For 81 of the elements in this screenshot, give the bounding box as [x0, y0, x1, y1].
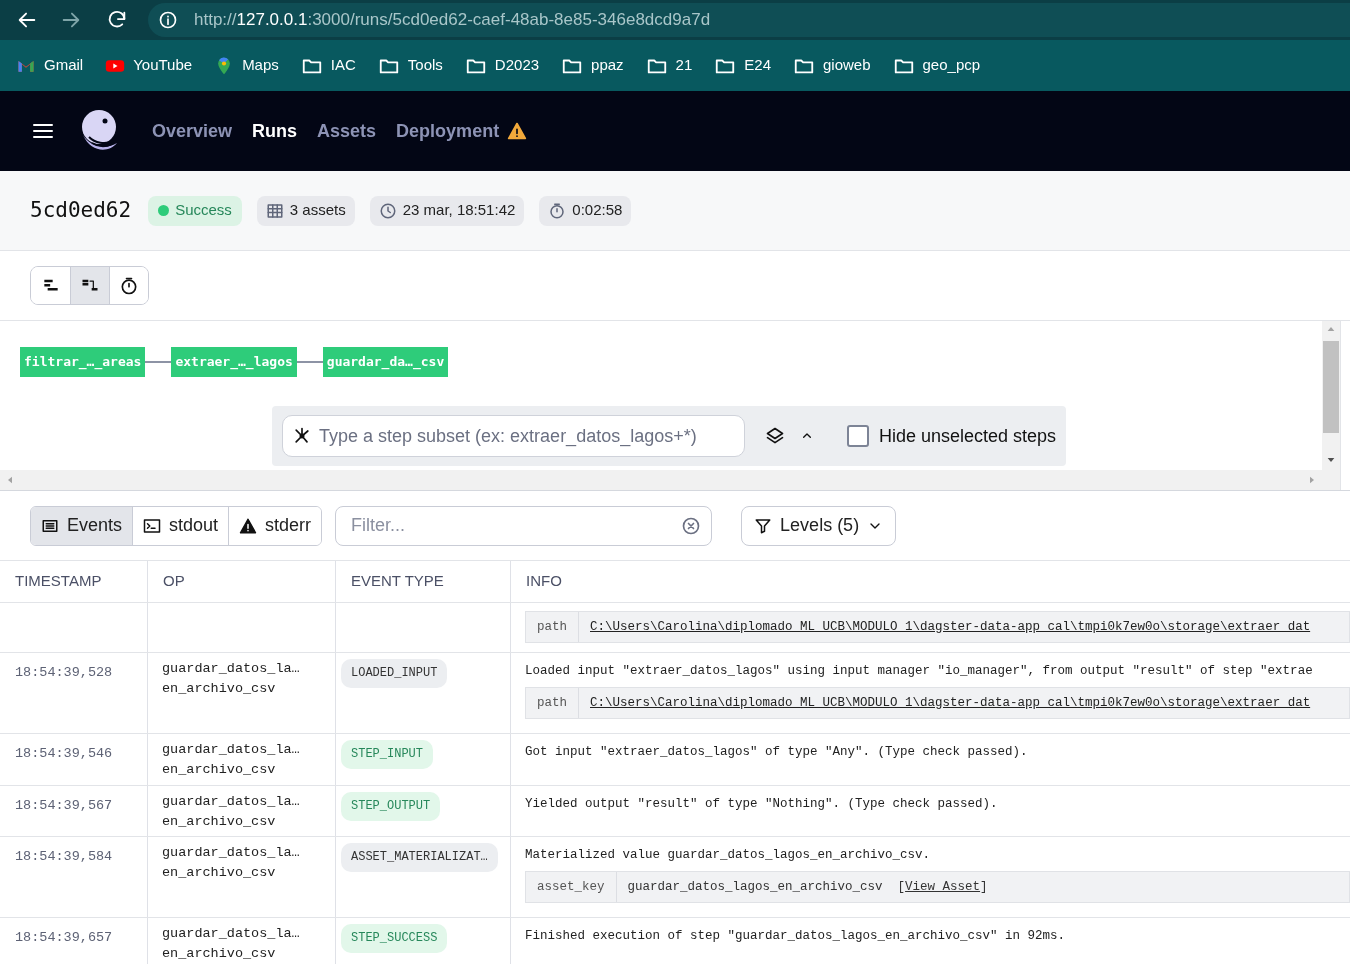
address-bar[interactable]: http://127.0.0.1:3000/runs/5cd0ed62-caef-48ab-8e85-346e8dcd9a7d: [148, 3, 1350, 37]
checkbox[interactable]: [847, 425, 869, 447]
url-text: http://127.0.0.1:3000/runs/5cd0ed62-caef-48ab-8e85-346e8dcd9a7d: [194, 9, 711, 32]
file-path-link[interactable]: C:\Users\Carolina\diplomado_ML_UCB\MODULO_1\dagster-data-app_cal\tmpi0k7ew0o\storage\extraer_dat: [590, 693, 1311, 713]
column-header: INFO: [526, 571, 562, 592]
clock-icon: [378, 201, 397, 220]
op-name: guardar_datos_la… en_archivo_csv: [162, 741, 301, 779]
terminal-icon: [143, 516, 162, 535]
levels-dropdown[interactable]: Levels (5): [741, 505, 897, 546]
bookmark[interactable]: E24: [714, 54, 771, 77]
start-time-tag: 23 mar, 18:51:42: [369, 195, 525, 226]
column-header: OP: [163, 571, 185, 592]
nav-tab[interactable]: Runs: [252, 117, 298, 145]
op-name: guardar_datos_la… en_archivo_csv: [162, 793, 301, 831]
event-message: Finished execution of step "guardar_datos_lagos_en_archivo_csv" in 92ms.: [525, 928, 1067, 945]
bookmark[interactable]: ppaz: [561, 54, 624, 77]
checkbox-label: Hide unselected steps: [879, 424, 1057, 448]
column-header: EVENT TYPE: [351, 571, 444, 592]
scroll-down-icon: [1326, 456, 1336, 464]
bookmark[interactable]: D2023: [464, 54, 540, 77]
assets-tag: 3 assets: [256, 195, 355, 226]
bookmark[interactable]: Tools: [377, 54, 443, 77]
view-toggle-group[interactable]: [30, 266, 149, 305]
event-type-tag: STEP_OUTPUT: [341, 792, 441, 821]
layers-icon[interactable]: [765, 426, 785, 446]
grid-icon: [265, 201, 284, 220]
metadata-key: path: [526, 612, 579, 642]
info-icon[interactable]: [158, 10, 178, 30]
timestamp: 18:54:39,567: [15, 798, 113, 813]
log-tab[interactable]: stderr: [228, 506, 322, 545]
filter-icon: [754, 516, 773, 535]
op-name: guardar_datos_la… en_archivo_csv: [162, 660, 301, 698]
filter-field[interactable]: Filter...: [335, 505, 713, 546]
bookmark[interactable]: Gmail: [16, 54, 84, 77]
timestamp: 18:54:39,546: [15, 746, 113, 761]
event-message: Loaded input "extraer_datos_lagos" using input manager "io_manager", from output "result" of step "extrae: [525, 663, 1314, 680]
view-toggle-button[interactable]: [70, 267, 109, 304]
event-type-tag: LOADED_INPUT: [341, 659, 448, 688]
event-type-tag: STEP_INPUT: [341, 740, 433, 769]
event-type-tag: STEP_SUCCESS: [341, 924, 448, 953]
log-tab[interactable]: Events: [31, 506, 133, 545]
run-id: 5cd0ed62: [30, 196, 132, 224]
bookmark[interactable]: Maps: [214, 54, 279, 77]
vertical-scrollbar[interactable]: [1322, 321, 1340, 490]
nav-tab[interactable]: Overview: [152, 117, 233, 145]
metadata-value: guardar_datos_lagos_en_archivo_csv [View Asset]: [627, 878, 988, 896]
view-toggle-button[interactable]: [109, 267, 148, 304]
event-type-tag: ASSET_MATERIALIZAT…: [341, 843, 498, 872]
column-header: TIMESTAMP: [15, 571, 102, 592]
timestamp: 18:54:39,528: [15, 665, 113, 680]
op-name: guardar_datos_la… en_archivo_csv: [162, 925, 301, 963]
metadata-key: asset_key: [526, 872, 617, 902]
stopwatch-icon: [119, 275, 139, 296]
horizontal-scrollbar[interactable]: [0, 470, 1322, 490]
op-name: guardar_datos_la… en_archivo_csv: [162, 844, 301, 882]
timestamp: 18:54:39,584: [15, 849, 113, 864]
bookmark[interactable]: geo_pcp: [892, 54, 981, 77]
scroll-left-icon: [6, 475, 14, 485]
metadata-key: path: [526, 688, 579, 718]
stopwatch-icon: [548, 201, 567, 220]
bookmark[interactable]: 21: [645, 54, 693, 77]
scroll-up-icon: [1326, 325, 1336, 333]
connector-line: [296, 361, 323, 363]
event-message: Got input "extraer_datos_lagos" of type "Any". (Type check passed).: [525, 744, 1029, 761]
step-subset-field[interactable]: Type a step subset (ex: extraer_datos_lagos+*): [282, 415, 745, 457]
bookmark[interactable]: gioweb: [793, 54, 871, 77]
event-message: Yielded output "result" of type "Nothing". (Type check passed).: [525, 796, 999, 813]
connector-line: [145, 361, 172, 363]
clear-icon[interactable]: [681, 515, 702, 536]
bookmark[interactable]: YouTube: [105, 54, 193, 77]
timestamp: 18:54:39,657: [15, 930, 113, 945]
file-path-link[interactable]: C:\Users\Carolina\diplomado_ML_UCB\MODULO_1\dagster-data-app_cal\tmpi0k7ew0o\storage\extraer_dat: [590, 617, 1311, 637]
warning-icon: [239, 516, 258, 535]
scroll-right-icon: [1308, 475, 1316, 485]
bookmark[interactable]: IAC: [300, 54, 356, 77]
nav-tab[interactable]: Deployment: [396, 117, 528, 145]
nav-tab[interactable]: Assets: [317, 117, 377, 145]
event-message: Materialized value guardar_datos_lagos_en_archivo_csv.: [525, 847, 932, 864]
duration-tag: 0:02:58: [539, 195, 632, 226]
status-badge: Success: [148, 195, 242, 226]
view-asset-link[interactable]: View Asset: [905, 879, 981, 894]
